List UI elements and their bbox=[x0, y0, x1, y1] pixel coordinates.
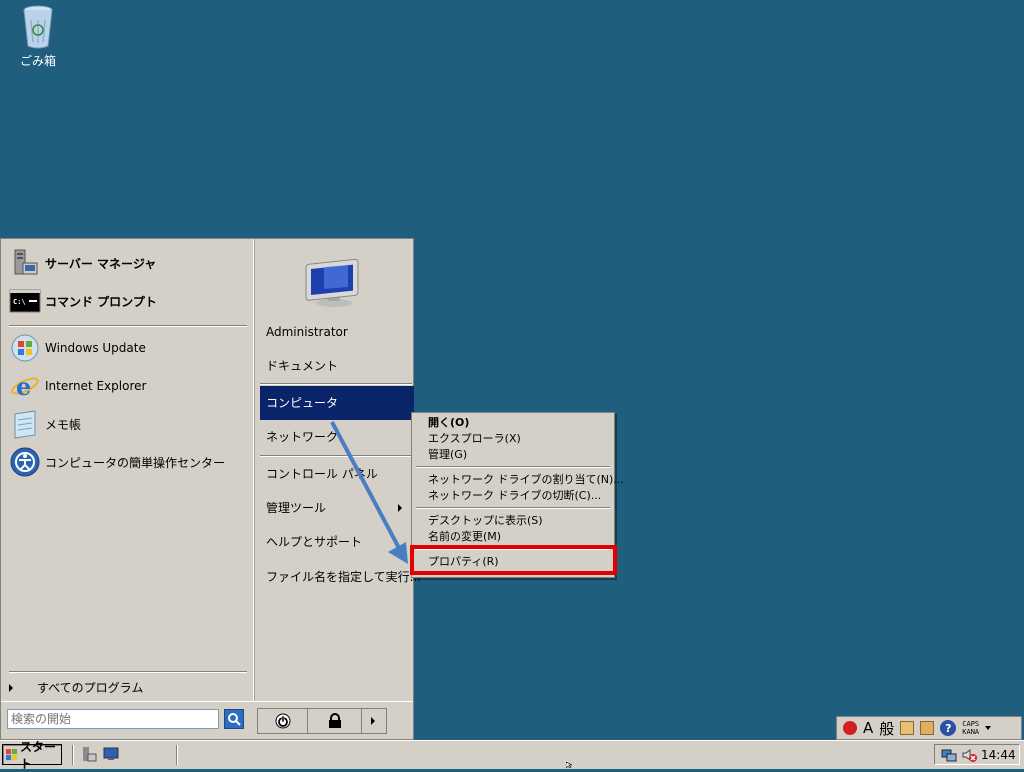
start-item-ease-of-access[interactable]: コンピュータの簡単操作センター bbox=[9, 445, 225, 479]
places-computer-label: コンピュータ bbox=[266, 396, 339, 410]
separator bbox=[176, 745, 178, 765]
start-search-input[interactable] bbox=[7, 709, 219, 729]
search-button[interactable] bbox=[224, 709, 244, 729]
start-item-notepad[interactable]: メモ帳 bbox=[9, 407, 81, 441]
computer-monitor-icon bbox=[302, 253, 366, 312]
start-item-label: コンピュータの簡単操作センター bbox=[45, 455, 226, 470]
ctx-explorer[interactable]: エクスプローラ(X) bbox=[428, 431, 521, 447]
ctx-map-network-drive[interactable]: ネットワーク ドライブの割り当て(N)... bbox=[428, 472, 624, 488]
separator bbox=[416, 507, 610, 509]
quicklaunch-show-desktop[interactable] bbox=[102, 746, 120, 762]
separator bbox=[9, 325, 247, 327]
power-options-button[interactable] bbox=[362, 709, 384, 733]
separator bbox=[9, 671, 247, 673]
start-button[interactable]: スタート bbox=[2, 740, 62, 771]
ctx-disconnect-network-drive[interactable]: ネットワーク ドライブの切断(C)... bbox=[428, 488, 601, 504]
quicklaunch-server-manager[interactable] bbox=[80, 746, 98, 762]
svg-text:C:\: C:\ bbox=[13, 298, 26, 306]
start-item-label: Internet Explorer bbox=[45, 379, 147, 393]
start-menu-bottom-bar bbox=[1, 701, 413, 740]
clock[interactable]: 14:44 bbox=[981, 748, 1016, 762]
annotation-highlight-box bbox=[410, 545, 617, 575]
ease-of-access-icon bbox=[9, 446, 41, 478]
separator bbox=[416, 466, 610, 468]
lock-button[interactable] bbox=[308, 709, 362, 733]
start-item-label: サーバー マネージャ bbox=[45, 256, 157, 271]
taskbar: スタート 14:44 bbox=[0, 740, 1024, 771]
ime-tool-icon[interactable] bbox=[920, 721, 935, 735]
caps-kana-indicator: CAPS KANA bbox=[962, 720, 979, 736]
annotation-arrow bbox=[330, 421, 408, 564]
start-button-label: スタート bbox=[19, 739, 56, 771]
power-icon bbox=[275, 713, 290, 729]
ime-pin-icon[interactable] bbox=[843, 721, 857, 735]
ctx-show-on-desktop[interactable]: デスクトップに表示(S) bbox=[428, 513, 543, 529]
start-item-label: Windows Update bbox=[45, 341, 146, 355]
places-run[interactable]: ファイル名を指定して実行... bbox=[266, 568, 421, 586]
ime-input-mode[interactable]: A bbox=[863, 719, 873, 737]
start-item-internet-explorer[interactable]: e Internet Explorer bbox=[9, 369, 146, 403]
windows-logo-icon bbox=[6, 748, 18, 760]
caps-label: CAPS bbox=[962, 720, 980, 728]
all-programs[interactable]: すべてのプログラム bbox=[9, 679, 143, 696]
kana-label: KANA bbox=[962, 728, 980, 736]
notepad-icon bbox=[9, 408, 41, 440]
start-item-command-prompt[interactable]: C:\ コマンド プロンプト bbox=[9, 284, 157, 318]
command-prompt-icon: C:\ bbox=[9, 285, 41, 317]
ime-kanji-mode[interactable]: 般 bbox=[879, 718, 894, 739]
help-icon[interactable]: ? bbox=[940, 720, 957, 736]
lock-icon bbox=[328, 713, 341, 728]
start-menu-programs-pane: サーバー マネージャ C:\ コマンド プロンプト Windows Update… bbox=[1, 239, 253, 701]
system-tray: 14:44 bbox=[934, 744, 1020, 765]
start-item-windows-update[interactable]: Windows Update bbox=[9, 331, 146, 365]
volume-muted-icon[interactable] bbox=[961, 747, 977, 763]
separator bbox=[72, 745, 74, 765]
ime-options-icon[interactable] bbox=[985, 726, 992, 730]
server-manager-icon bbox=[9, 247, 41, 279]
start-item-server-manager[interactable]: サーバー マネージャ bbox=[9, 246, 156, 280]
ime-dictionary-icon[interactable] bbox=[900, 721, 915, 735]
places-documents[interactable]: ドキュメント bbox=[266, 357, 338, 375]
chevron-right-icon bbox=[9, 683, 13, 692]
chevron-right-icon bbox=[371, 717, 375, 725]
network-icon[interactable] bbox=[941, 747, 957, 763]
recycle-bin-icon bbox=[23, 5, 53, 49]
internet-explorer-icon: e bbox=[9, 370, 41, 402]
recycle-bin-label: ごみ箱 bbox=[19, 54, 56, 68]
search-icon bbox=[228, 713, 241, 726]
recycle-bin[interactable]: ごみ箱 bbox=[12, 4, 64, 69]
start-item-label: コマンド プロンプト bbox=[45, 294, 157, 309]
ctx-open[interactable]: 開く(O) bbox=[428, 415, 469, 431]
windows-update-icon bbox=[9, 332, 41, 364]
mouse-cursor-icon bbox=[566, 762, 573, 768]
shutdown-button[interactable] bbox=[258, 709, 308, 733]
power-button-group bbox=[257, 708, 387, 734]
ime-language-bar: A 般 ? CAPS KANA bbox=[836, 716, 1022, 740]
ctx-manage[interactable]: 管理(G) bbox=[428, 447, 467, 463]
svg-text:e: e bbox=[16, 372, 31, 401]
separator bbox=[260, 383, 412, 385]
server-manager-icon bbox=[83, 747, 97, 762]
places-admin-tools-label: 管理ツール bbox=[266, 501, 327, 515]
show-desktop-icon bbox=[103, 747, 119, 760]
ctx-rename[interactable]: 名前の変更(M) bbox=[428, 529, 501, 545]
start-item-label: メモ帳 bbox=[45, 417, 82, 432]
all-programs-label: すべてのプログラム bbox=[37, 681, 144, 695]
user-name[interactable]: Administrator bbox=[266, 323, 348, 341]
